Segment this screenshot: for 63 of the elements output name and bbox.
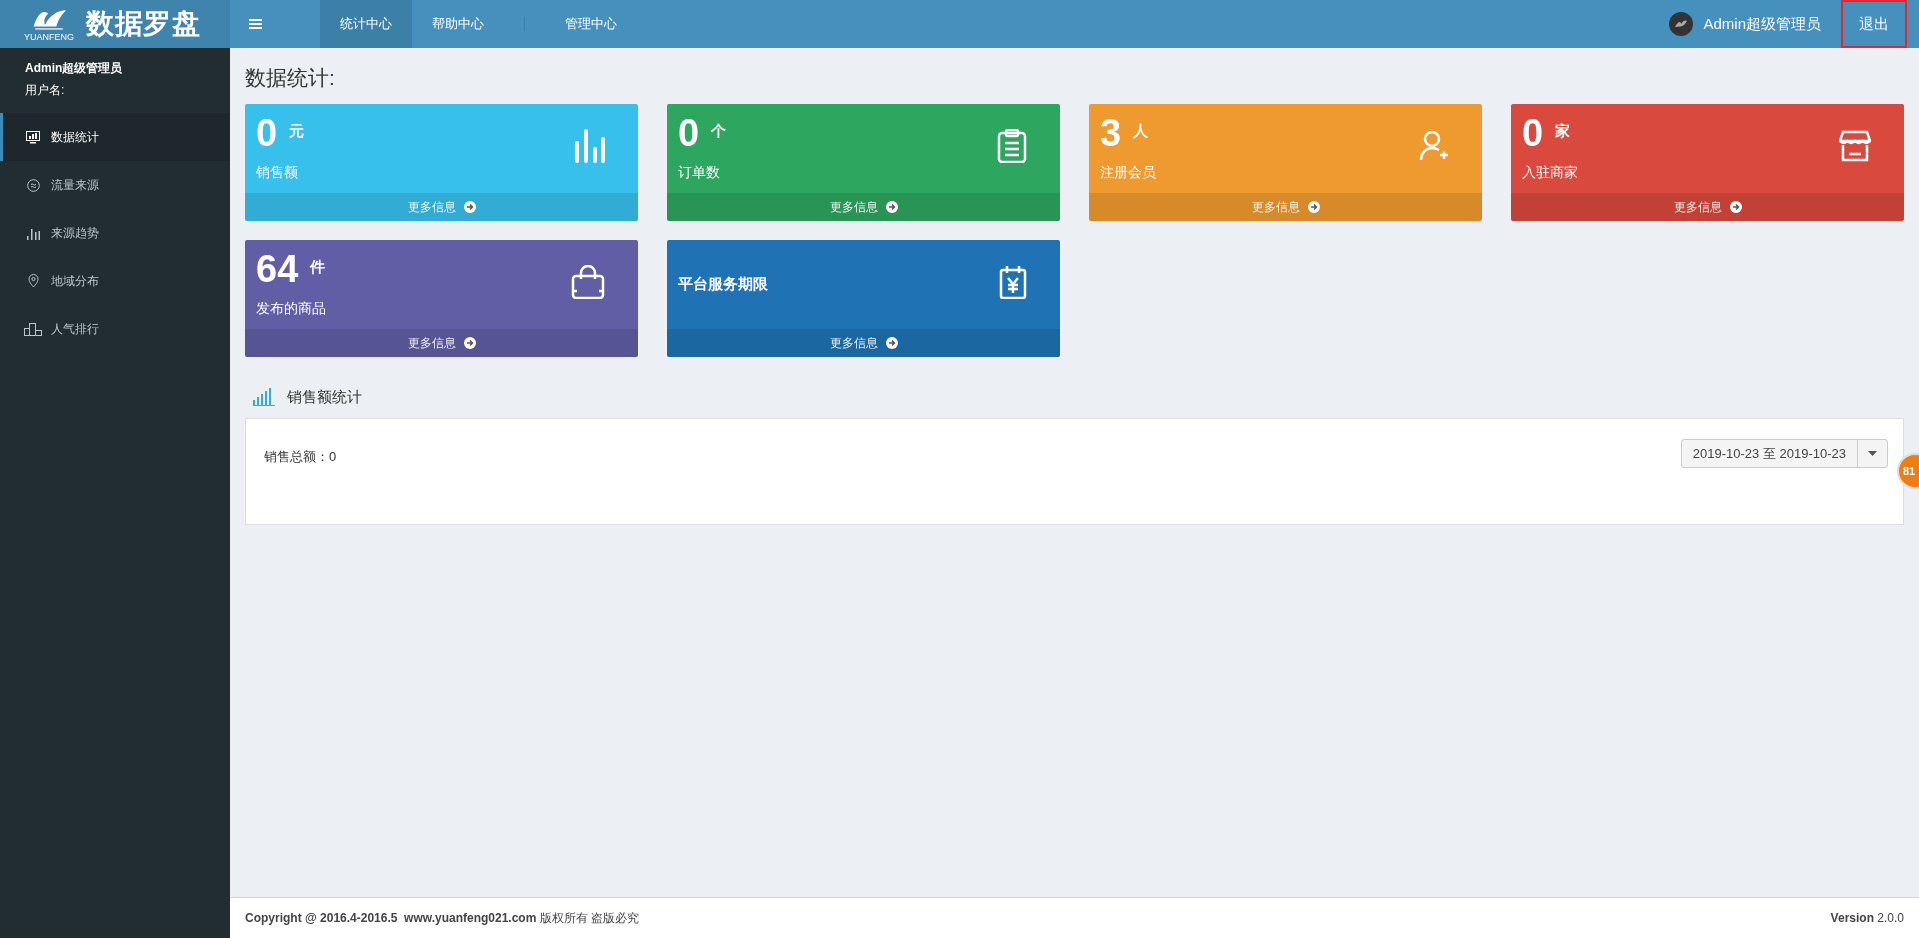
sidebar-item[interactable]: 流量来源 [0,161,230,209]
more-info-link[interactable]: 更多信息 [667,328,1060,357]
map-pin-icon [27,274,39,288]
nav-tab[interactable]: 统计中心 [320,0,412,48]
sales-total: 销售总额：0 [264,448,337,466]
more-info-link[interactable]: 更多信息 [245,328,638,357]
stat-label: 入驻商家 [1522,162,1578,182]
more-info-link[interactable]: 更多信息 [667,192,1060,221]
stat-value: 0 [1522,110,1544,156]
version-text: Version 2.0.0 [1830,910,1904,927]
copyright-text: Copyright @ 2016.4-2016.5 www.yuanfeng021.com 版权所有 盗版必究 [245,910,640,927]
more-info-link[interactable]: 更多信息 [1511,192,1904,221]
arrow-circle-icon [463,200,476,213]
storefront-icon [1839,130,1871,162]
circle-wave-icon [26,178,40,192]
stat-value: 0 [256,110,278,156]
clipboard-icon [997,129,1027,163]
monitor-chart-icon [26,130,40,144]
stat-label: 发布的商品 [256,298,326,318]
menu-icon [248,19,262,29]
arrow-circle-icon [1729,200,1742,213]
date-range-picker[interactable]: 2019-10-23 至 2019-10-23 [1680,439,1888,468]
date-range-text: 2019-10-23 至 2019-10-23 [1691,444,1847,463]
sidebar-item[interactable]: 人气排行 [0,305,230,353]
stat-unit: 家 [1555,120,1571,141]
logout-button[interactable]: 退出 [1841,0,1907,48]
nav-tab[interactable]: 帮助中心 [412,0,504,48]
arrow-circle-icon [885,200,898,213]
stat-label: 订单数 [678,162,721,182]
arrow-circle-icon [1307,200,1320,213]
stat-value: 3 [1100,110,1122,156]
card-title: 平台服务期限 [678,273,768,294]
stat-unit: 元 [289,120,305,141]
stat-value: 64 [256,246,299,292]
page-title: 数据统计: [245,65,336,91]
stat-unit: 件 [310,256,326,277]
stat-label: 注册会员 [1100,162,1156,182]
user-name: Admin超级管理员 [1703,13,1821,34]
bar-chart-icon [575,129,605,163]
nav-tab[interactable]: 管理中心 [545,0,637,48]
more-info-link[interactable]: 更多信息 [245,192,638,221]
logo-subtitle: YUANFENG [24,32,74,42]
sidebar-item[interactable]: 地域分布 [0,257,230,305]
arrow-circle-icon [463,336,476,349]
logo-title: 数据罗盘 [86,10,201,38]
stat-unit: 人 [1133,120,1149,141]
stat-value: 0 [678,110,700,156]
sidebar-item[interactable]: 数据统计 [0,113,230,161]
bar-chart-icon [253,387,275,406]
arrow-circle-icon [885,336,898,349]
sidebar-item[interactable]: 来源趋势 [0,209,230,257]
shopping-bag-icon [571,265,605,299]
calendar-yen-icon [999,265,1027,299]
podium-icon [24,322,42,336]
stat-unit: 个 [711,120,727,141]
add-user-icon [1419,130,1449,162]
avatar-icon [1669,12,1694,36]
bar-chart-icon [26,226,40,240]
stat-label: 销售额 [256,162,299,182]
section-title: 销售额统计 [287,386,362,407]
username-label: 用户名: [25,82,66,99]
sidebar-user-name: Admin超级管理员 [25,60,124,77]
more-info-link[interactable]: 更多信息 [1089,192,1482,221]
